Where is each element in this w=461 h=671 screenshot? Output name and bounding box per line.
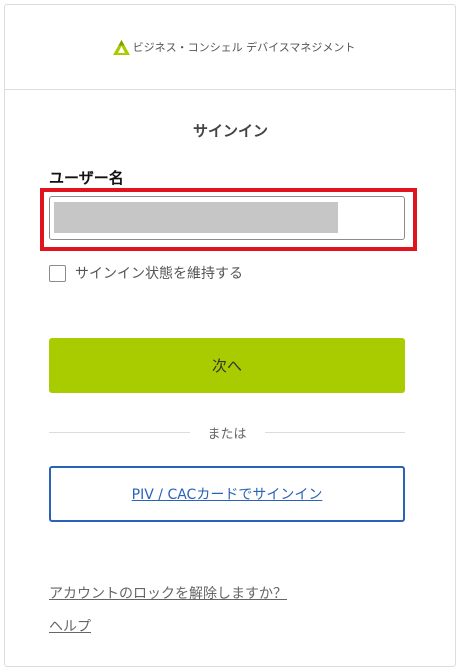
- piv-cac-sign-in-button[interactable]: PIV / CACカードでサインイン: [49, 466, 405, 522]
- redacted-username: [54, 202, 338, 233]
- piv-cac-sign-in-label: PIV / CACカードでサインイン: [131, 487, 323, 503]
- remember-me-option[interactable]: サインイン状態を維持する: [49, 263, 243, 283]
- sign-in-card: ビジネス・コンシェル デバイスマネジメント: [4, 4, 456, 667]
- page-title: サインイン: [192, 122, 268, 140]
- separator-line-left: [49, 431, 190, 433]
- unlock-account-link[interactable]: アカウントのロックを解除しますか？: [49, 583, 287, 603]
- brand-triangle-logo-icon: [112, 39, 130, 55]
- help-link[interactable]: ヘルプ: [49, 616, 91, 636]
- or-separator: または: [49, 423, 406, 442]
- separator-line-right: [264, 431, 406, 433]
- brand-name: ビジネス・コンシェル デバイスマネジメント: [132, 41, 356, 54]
- separator-text: または: [207, 426, 247, 442]
- next-button[interactable]: 次へ: [49, 338, 405, 393]
- header: ビジネス・コンシェル デバイスマネジメント: [5, 5, 455, 90]
- username-label: ユーザー名: [49, 169, 124, 187]
- remember-me-checkbox[interactable]: [49, 264, 66, 282]
- brand-logo: ビジネス・コンシェル デバイスマネジメント: [112, 39, 356, 55]
- remember-me-label: サインイン状態を維持する: [75, 266, 243, 282]
